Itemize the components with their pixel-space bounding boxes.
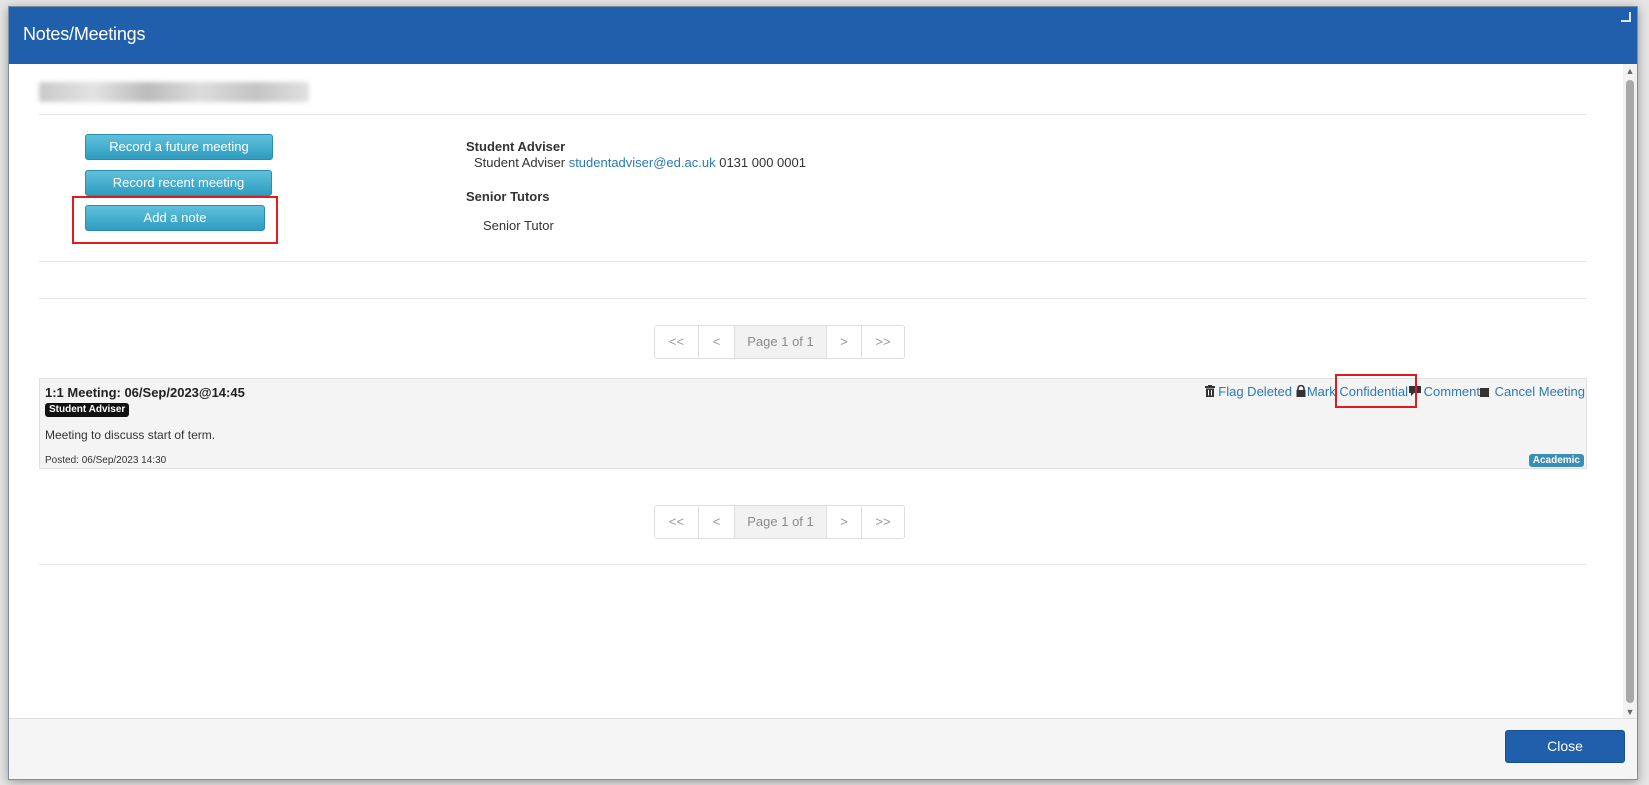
prev-page-button[interactable]: < (699, 326, 735, 358)
divider (39, 114, 1587, 115)
divider (39, 298, 1587, 299)
add-note-highlight (72, 196, 278, 244)
comment-action[interactable]: Comment (1408, 384, 1480, 400)
scroll-up-icon[interactable]: ▲ (1623, 64, 1637, 78)
dialog-header: Notes/Meetings (9, 7, 1637, 64)
prev-page-button[interactable]: < (699, 506, 735, 538)
senior-tutor-name: Senior Tutor (483, 218, 554, 233)
pagination-bottom: << < Page 1 of 1 > >> (654, 505, 905, 539)
meeting-title: 1:1 Meeting: 06/Sep/2023@14:45 (45, 385, 245, 400)
scroll-down-icon[interactable]: ▼ (1623, 705, 1637, 719)
square-icon (1479, 385, 1489, 400)
adviser-role: Student Adviser (474, 155, 566, 170)
resize-handle-icon[interactable] (1621, 12, 1631, 22)
next-page-button[interactable]: > (827, 326, 862, 358)
page-indicator: Page 1 of 1 (735, 326, 827, 358)
meeting-description: Meeting to discuss start of term. (45, 428, 216, 442)
cancel-meeting-action[interactable]: Cancel Meeting (1479, 384, 1585, 400)
senior-tutors-heading: Senior Tutors (466, 189, 550, 204)
lock-icon (1296, 384, 1306, 400)
student-adviser-heading: Student Adviser (466, 139, 566, 154)
pagination-top: << < Page 1 of 1 > >> (654, 325, 905, 359)
category-badge: Academic (1528, 454, 1584, 467)
comment-highlight (1335, 374, 1417, 408)
last-page-button[interactable]: >> (862, 326, 904, 358)
flag-deleted-label[interactable]: Flag Deleted (1218, 384, 1292, 399)
adviser-email-link[interactable]: studentadviser@ed.ac.uk (569, 155, 716, 170)
dialog-footer: Close (9, 718, 1637, 779)
first-page-button[interactable]: << (655, 506, 699, 538)
divider (39, 261, 1587, 262)
adviser-phone: 0131 000 0001 (719, 155, 806, 170)
scroll-thumb[interactable] (1626, 80, 1634, 703)
dialog-title: Notes/Meetings (23, 24, 146, 44)
dialog-body: Record a future meeting Record recent me… (9, 64, 1623, 719)
page-indicator: Page 1 of 1 (735, 506, 827, 538)
posted-timestamp: Posted: 06/Sep/2023 14:30 (45, 455, 167, 466)
student-adviser-contact: Student Adviser studentadviser@ed.ac.uk … (474, 155, 806, 170)
next-page-button[interactable]: > (827, 506, 862, 538)
comment-label[interactable]: Comment (1424, 384, 1480, 399)
last-page-button[interactable]: >> (862, 506, 904, 538)
trash-icon (1205, 385, 1216, 400)
student-name-redacted (39, 82, 309, 102)
role-badge: Student Adviser (45, 403, 130, 417)
record-recent-meeting-button[interactable]: Record recent meeting (85, 170, 272, 196)
divider (39, 564, 1587, 565)
flag-deleted-action[interactable]: Flag Deleted (1205, 384, 1292, 400)
close-button[interactable]: Close (1505, 730, 1625, 763)
cancel-meeting-label[interactable]: Cancel Meeting (1495, 384, 1585, 399)
notes-meetings-dialog: Notes/Meetings Record a future meeting R… (8, 6, 1638, 780)
first-page-button[interactable]: << (655, 326, 699, 358)
record-future-meeting-button[interactable]: Record a future meeting (85, 134, 273, 160)
vertical-scrollbar[interactable]: ▲ ▼ (1623, 64, 1637, 719)
